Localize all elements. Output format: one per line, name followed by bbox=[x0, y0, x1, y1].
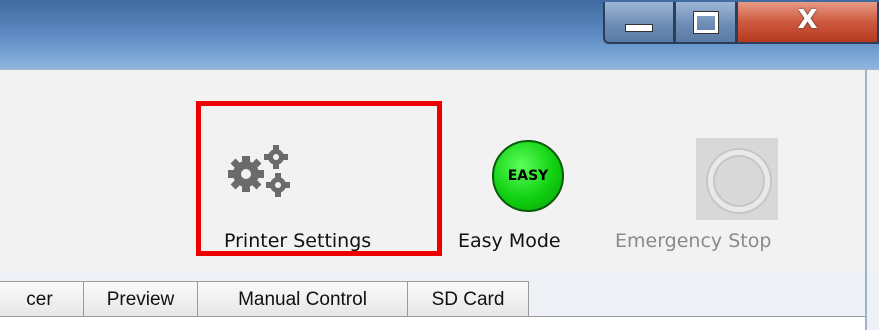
easy-mode-icon: EASY bbox=[492, 140, 564, 212]
highlight-box bbox=[196, 101, 442, 256]
emergency-stop-icon bbox=[696, 138, 778, 220]
maximize-icon bbox=[693, 11, 718, 33]
tab-manual-control[interactable]: Manual Control bbox=[197, 281, 408, 317]
easy-mode-label: Easy Mode bbox=[458, 230, 561, 252]
refresh-ring-icon bbox=[708, 150, 770, 212]
emergency-stop-button[interactable] bbox=[696, 138, 778, 220]
close-button[interactable]: X bbox=[737, 2, 879, 44]
tab-bar: cer Preview Manual Control SD Card bbox=[0, 281, 529, 317]
close-icon: X bbox=[797, 5, 818, 35]
tab-label: Preview bbox=[106, 288, 175, 310]
tab-label: Manual Control bbox=[238, 288, 367, 310]
easy-mode-button[interactable]: EASY bbox=[492, 140, 564, 212]
toolbar: Printer Settings EASY Easy Mode Emergenc… bbox=[0, 69, 879, 270]
maximize-button[interactable] bbox=[675, 2, 737, 44]
tab-sd-card[interactable]: SD Card bbox=[407, 281, 529, 317]
tab-preview[interactable]: Preview bbox=[83, 281, 198, 317]
emergency-stop-label: Emergency Stop bbox=[615, 230, 772, 252]
tab-content bbox=[0, 317, 865, 330]
tab-slicer[interactable]: cer bbox=[0, 281, 84, 317]
easy-icon-text: EASY bbox=[507, 168, 549, 184]
main-window: Printer Settings EASY Easy Mode Emergenc… bbox=[0, 69, 879, 330]
window-right-border bbox=[865, 69, 867, 330]
tab-label: cer bbox=[26, 288, 53, 310]
minimize-icon bbox=[625, 24, 653, 32]
title-bar: X bbox=[0, 0, 879, 69]
tab-label: SD Card bbox=[431, 288, 505, 310]
minimize-button[interactable] bbox=[603, 2, 675, 44]
